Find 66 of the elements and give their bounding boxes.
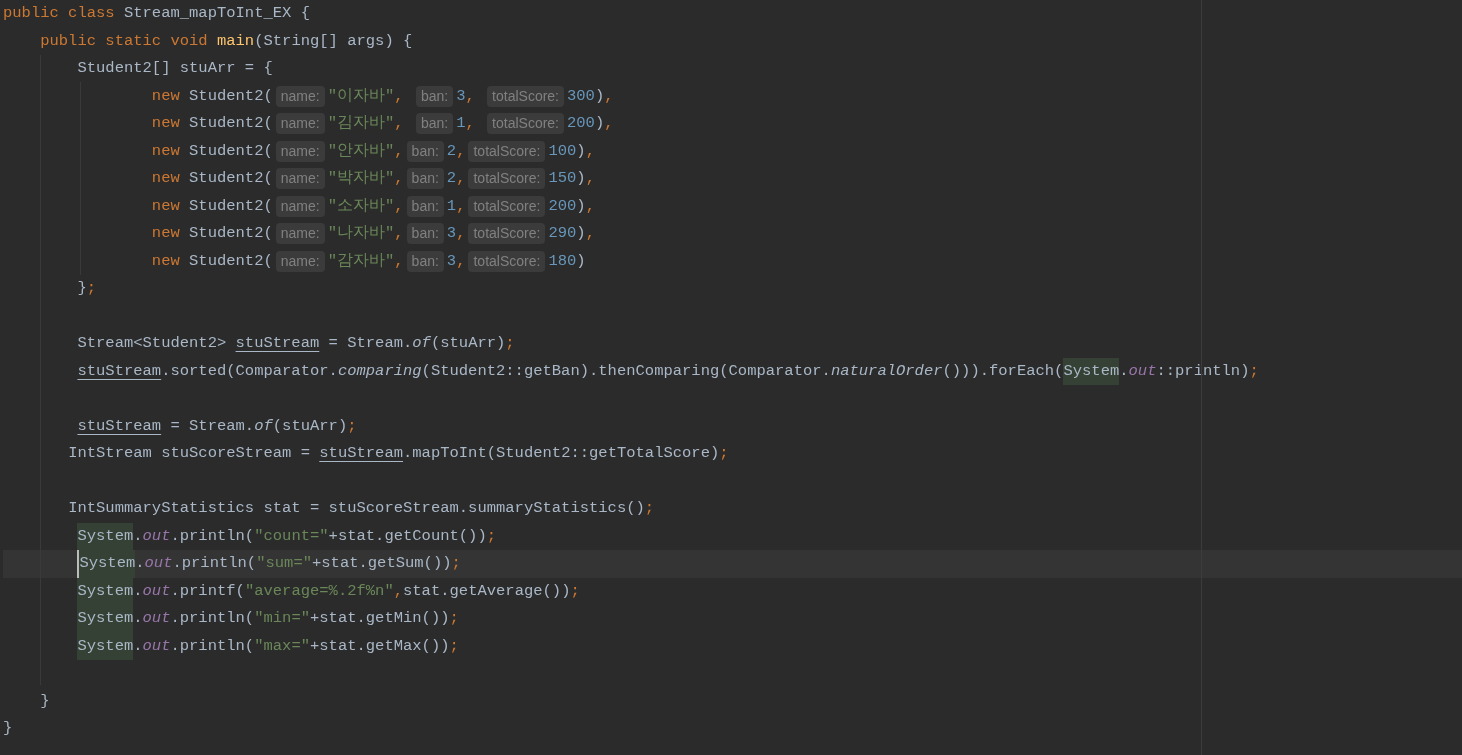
inlay-hint: ban: [415, 113, 454, 135]
code-text: 200), [567, 113, 614, 134]
code-text: 3, [446, 223, 466, 244]
code-editor[interactable] [0, 0, 1462, 755]
inlay-hint: name: [275, 140, 325, 162]
inlay-hint: totalScore: [468, 250, 546, 272]
code-text: new Student2( [150, 168, 273, 189]
code-line: IntSummaryStatistics stat = stuScoreStream.summaryStatistics(); [67, 498, 655, 519]
code-text: 200), [548, 195, 595, 217]
inlay-hint: ban: [406, 195, 444, 217]
code-line: } [39, 690, 50, 712]
code-text: new Student2( [150, 195, 273, 217]
code-text: 150), [548, 168, 595, 189]
inlay-hint: ban: [406, 223, 444, 245]
code-text: "감자바", [327, 250, 404, 272]
code-text: "나자바", [327, 223, 404, 244]
code-text: 180) [548, 250, 586, 272]
code-text: 100), [548, 140, 595, 162]
inlay-hint: name: [275, 168, 325, 190]
code-line: System.out.println("min="+stat.getMin()); [3, 605, 459, 633]
code-line: stuStream = Stream.of(stuArr); [76, 415, 357, 437]
code-text: 2, [446, 168, 466, 189]
inlay-hint: name: [275, 223, 325, 245]
code-text: 3, [456, 85, 476, 107]
code-line: Stream<Student2> stuStream = Stream.of(stuArr); [76, 333, 515, 354]
code-line: System.out.println("sum="+stat.getSum()); [3, 550, 461, 578]
code-text: 1, [446, 195, 466, 217]
inlay-hint: ban: [406, 250, 444, 272]
code-text: new Student2( [150, 85, 273, 107]
code-text: 1, [456, 113, 476, 134]
inlay-hint: name: [275, 250, 325, 272]
code-text: new Student2( [150, 223, 273, 244]
inlay-hint: name: [275, 85, 325, 107]
code-line: Student2[] stuArr = { [76, 58, 273, 79]
code-line: System.out.printf("average=%.2f%n",stat.getAverage()); [3, 577, 580, 605]
code-text: 300), [567, 85, 614, 107]
inlay-hint: name: [275, 195, 325, 217]
code-line: public static void main(String[] args) { [39, 30, 413, 52]
code-line: IntStream stuScoreStream = stuStream.mapToInt(Student2::getTotalScore); [67, 443, 729, 464]
code-line: stuStream.sorted(Comparator.comparing(Student2::getBan).thenComparing(Comparator.naturalOrder())).forEach(System.out::println); [3, 357, 1259, 385]
code-text: new Student2( [150, 140, 273, 162]
inlay-hint: ban: [406, 168, 444, 190]
code-text: "김자바", [327, 113, 405, 134]
code-text: "이자바", [327, 85, 405, 107]
code-line: System.out.println("max="+stat.getMax()); [3, 632, 459, 660]
inlay-hint: totalScore: [487, 85, 564, 107]
code-text: 2, [446, 140, 466, 162]
inlay-hint: totalScore: [468, 168, 546, 190]
code-line: System.out.println("count="+stat.getCount()); [3, 522, 497, 550]
inlay-hint: totalScore: [487, 113, 564, 135]
inlay-hint: ban: [415, 85, 454, 107]
inlay-hint: totalScore: [468, 223, 546, 245]
inlay-hint: name: [275, 113, 325, 135]
code-text: "박자바", [327, 168, 404, 189]
code-line: } [3, 718, 13, 739]
code-text: new Student2( [150, 250, 273, 272]
code-text: new Student2( [150, 113, 273, 134]
inlay-hint: totalScore: [468, 195, 546, 217]
code-line: public class Stream_mapToInt_EX { [3, 3, 310, 24]
code-text: "안자바", [327, 140, 404, 162]
code-line: }; [76, 278, 97, 299]
code-text: 3, [446, 250, 466, 272]
code-text: 290), [548, 223, 595, 244]
inlay-hint: totalScore: [468, 140, 546, 162]
inlay-hint: ban: [406, 140, 444, 162]
code-text: "소자바", [327, 195, 404, 217]
